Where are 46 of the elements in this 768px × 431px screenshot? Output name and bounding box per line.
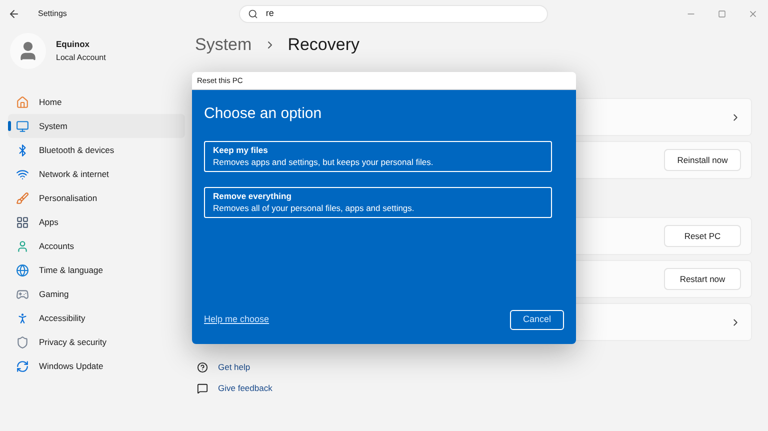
globe-icon <box>16 264 29 276</box>
bluetooth-icon <box>16 144 29 156</box>
action-button[interactable]: Reinstall now <box>664 149 741 171</box>
back-icon[interactable] <box>8 8 20 20</box>
wifi-icon <box>16 168 29 180</box>
shield-icon <box>16 336 29 348</box>
sidebar-item[interactable]: Bluetooth & devices <box>8 138 185 162</box>
sidebar-item[interactable]: Accounts <box>8 234 185 258</box>
person-icon <box>16 240 29 252</box>
account-type: Local Account <box>56 52 106 64</box>
update-icon <box>16 360 29 372</box>
help-icon <box>197 362 208 373</box>
window-title: Settings <box>38 8 67 20</box>
search-field[interactable]: re <box>238 5 548 23</box>
monitor-icon <box>16 120 29 132</box>
sidebar-item[interactable]: Apps <box>8 210 185 234</box>
help-link[interactable]: Get help <box>218 361 250 374</box>
sidebar-item[interactable]: Home <box>8 90 185 114</box>
home-icon <box>16 96 29 108</box>
dialog-heading: Choose an option <box>204 104 323 124</box>
feedback-icon <box>197 382 208 394</box>
sidebar-item[interactable]: Personalisation <box>8 186 185 210</box>
sidebar-item[interactable]: Time & language <box>8 258 185 282</box>
cancel-button[interactable]: Cancel <box>510 310 564 330</box>
account-name: Equinox <box>56 38 91 51</box>
sidebar-item[interactable]: Accessibility <box>8 306 185 330</box>
action-button[interactable]: Restart now <box>664 268 741 290</box>
apps-icon <box>16 216 29 228</box>
sidebar-item[interactable]: System <box>8 114 185 138</box>
close-icon[interactable] <box>748 9 758 19</box>
sidebar-item[interactable]: Windows Update <box>8 354 185 378</box>
accessibility-icon <box>16 312 29 324</box>
action-button[interactable]: Reset PC <box>664 225 741 247</box>
option-button[interactable]: Keep my files Removes apps and settings, but keeps your personal files. <box>204 140 552 172</box>
option-button[interactable]: Remove everything Removes all of your personal files, apps and settings. <box>204 186 552 218</box>
search-icon <box>248 9 258 19</box>
help-link[interactable]: Give feedback <box>218 382 272 394</box>
selection-indicator <box>8 121 11 131</box>
gamepad-icon <box>16 288 29 300</box>
brush-icon <box>16 192 29 204</box>
help-me-choose-link[interactable]: Help me choose <box>204 313 270 327</box>
sidebar-item[interactable]: Network & internet <box>8 162 185 186</box>
page-title: Recovery <box>288 34 360 56</box>
sidebar-item[interactable]: Privacy & security <box>8 330 185 354</box>
breadcrumb-link[interactable]: System <box>195 32 252 58</box>
sidebar-item[interactable]: Gaming <box>8 282 185 306</box>
